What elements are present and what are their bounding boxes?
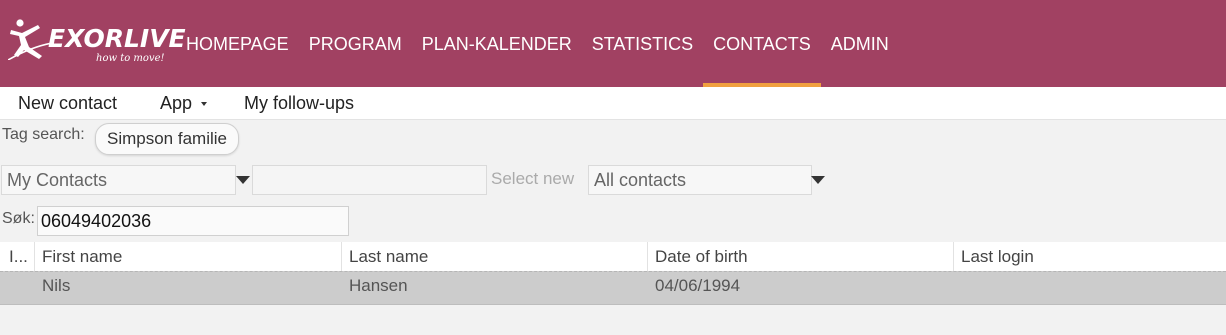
tag-chip[interactable]: Simpson familie	[95, 123, 239, 155]
main-nav: HOMEPAGE PROGRAM PLAN-KALENDER STATISTIC…	[176, 0, 899, 87]
select-new-label: Select new	[491, 169, 575, 188]
column-header-id[interactable]: I...	[0, 242, 34, 271]
nav-program[interactable]: PROGRAM	[299, 0, 412, 87]
logo-wordmark: EXORLIVE	[48, 24, 186, 53]
contacts-content: Tag search: Simpson familie My Contacts …	[0, 120, 1226, 335]
app-menu-label: App	[160, 93, 193, 113]
nav-contacts[interactable]: CONTACTS	[703, 0, 821, 87]
nav-statistics[interactable]: STATISTICS	[582, 0, 703, 87]
nav-admin[interactable]: ADMIN	[821, 0, 899, 87]
search-label: Søk:	[2, 210, 35, 227]
my-follow-ups-button[interactable]: My follow-ups	[244, 87, 354, 119]
cell-date-of-birth: 04/06/1994	[655, 276, 741, 295]
contacts-group-select[interactable]: My Contacts	[1, 165, 236, 195]
column-header-date-of-birth[interactable]: Date of birth	[647, 242, 953, 271]
app-menu[interactable]: App	[160, 87, 208, 119]
top-navigation-bar: EXORLIVE how to move! HOMEPAGE PROGRAM P…	[0, 0, 1226, 87]
contacts-submenu: New contact App My follow-ups	[0, 87, 1226, 120]
column-header-last-name[interactable]: Last name	[341, 242, 647, 271]
cell-first-name: Nils	[42, 276, 71, 295]
table-header: I... First name Last name Date of birth …	[0, 242, 1226, 271]
running-figure-icon	[8, 19, 52, 60]
logo-tagline: how to move!	[96, 53, 165, 64]
column-header-first-name[interactable]: First name	[34, 242, 340, 271]
search-input[interactable]	[37, 206, 349, 236]
all-contacts-select[interactable]: All contacts	[588, 165, 812, 195]
nav-plan-kalender[interactable]: PLAN-KALENDER	[412, 0, 582, 87]
group-filter-field[interactable]	[252, 165, 487, 195]
cell-last-name: Hansen	[349, 276, 408, 295]
exorlive-logo[interactable]: EXORLIVE how to move!	[8, 16, 186, 66]
column-header-last-login[interactable]: Last login	[953, 242, 1226, 271]
chevron-down-icon[interactable]	[236, 176, 250, 184]
new-contact-button[interactable]: New contact	[18, 87, 117, 119]
chevron-down-icon[interactable]	[811, 176, 825, 184]
table-row[interactable]: Nils Hansen 04/06/1994	[0, 271, 1226, 305]
tag-search-label: Tag search:	[2, 126, 85, 143]
chevron-down-icon	[201, 102, 208, 107]
nav-homepage[interactable]: HOMEPAGE	[176, 0, 299, 87]
